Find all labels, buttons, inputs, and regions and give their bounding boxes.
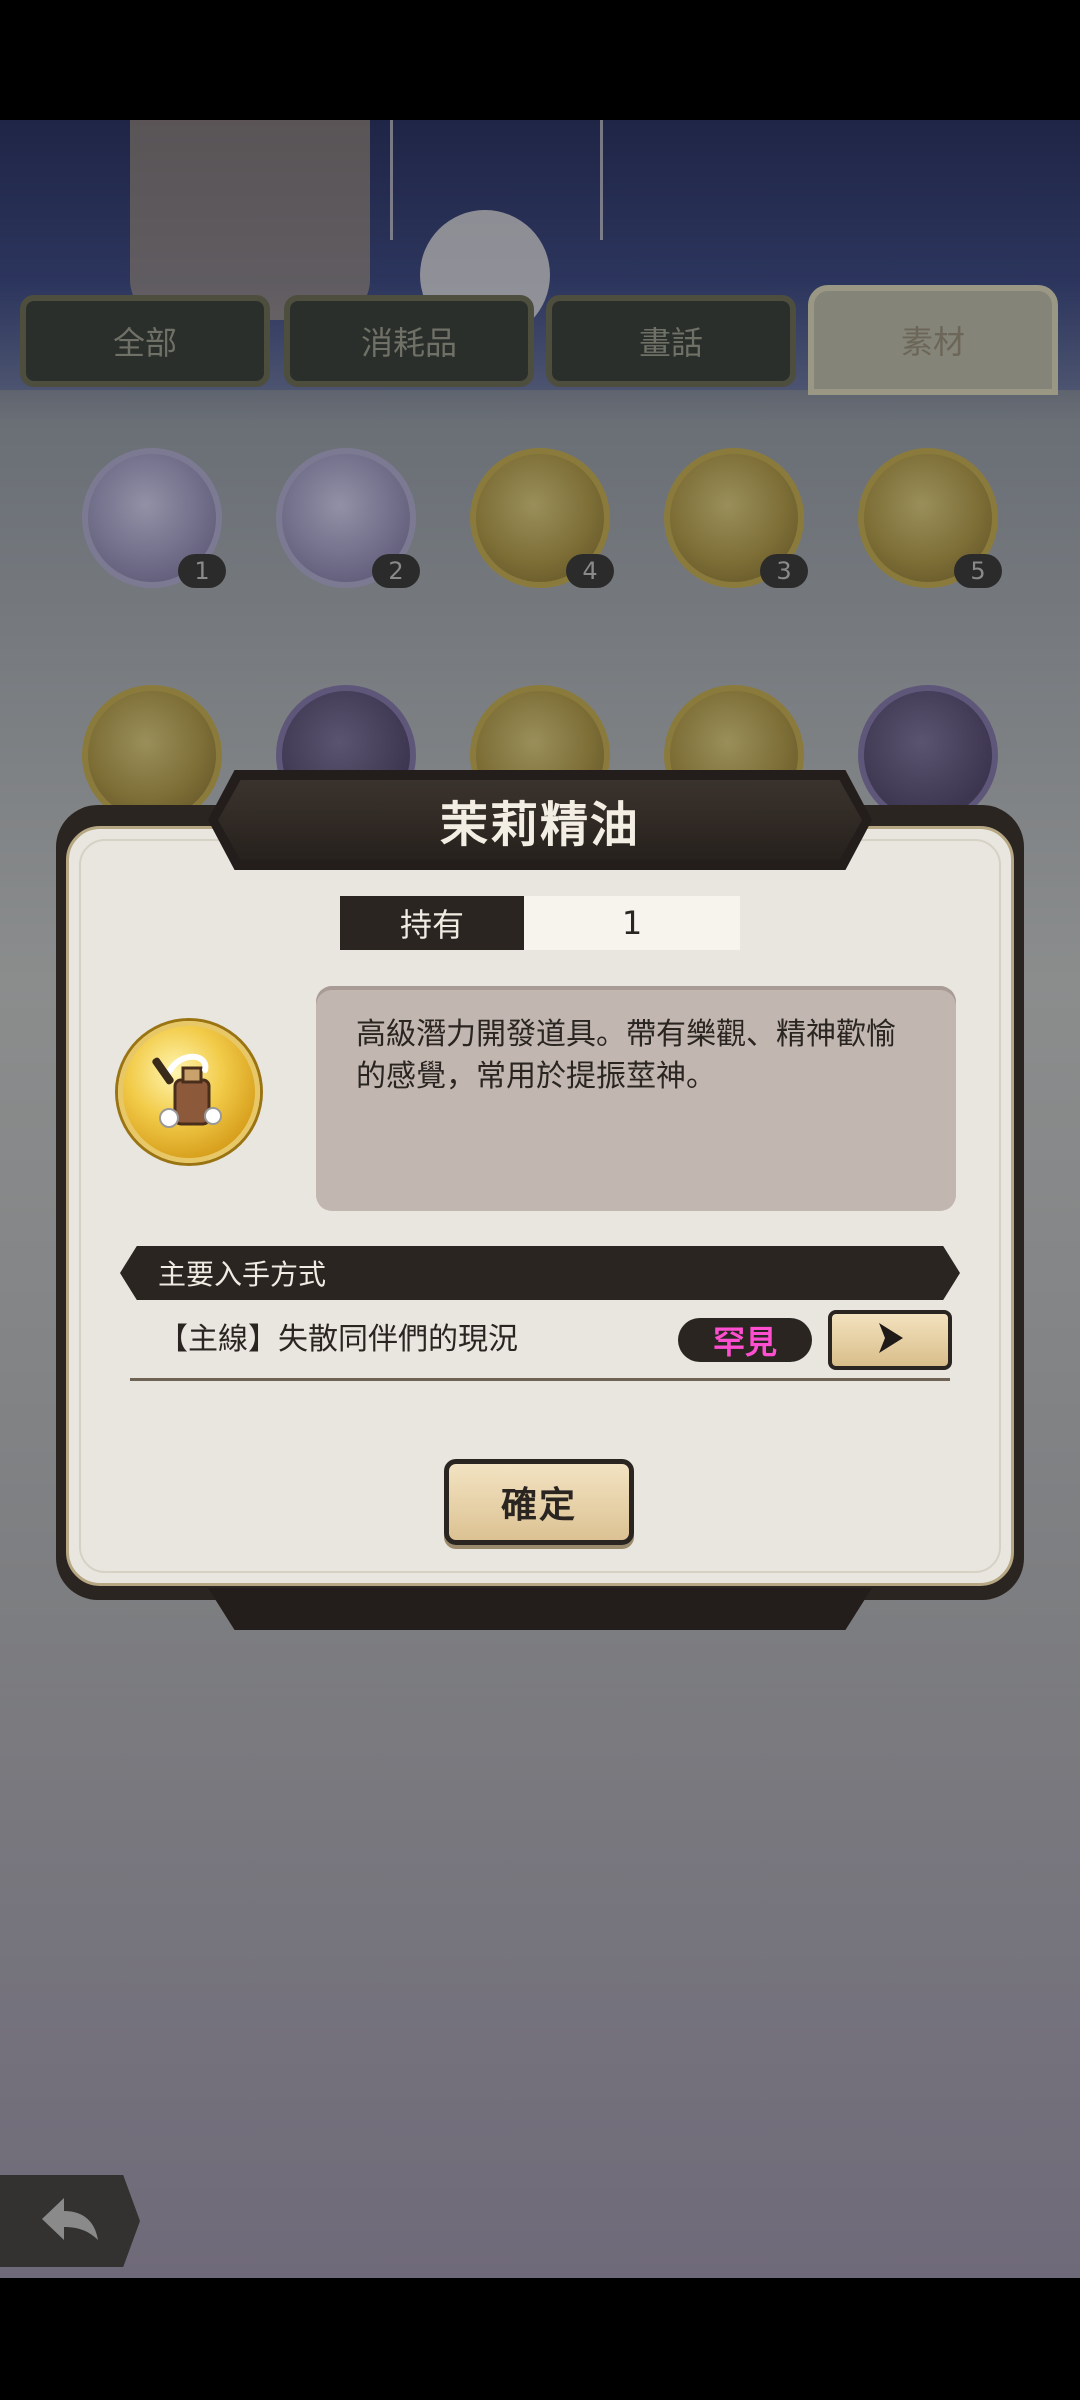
back-button[interactable] (0, 2175, 140, 2267)
item-count-badge: 1 (178, 554, 226, 588)
inventory-item[interactable]: 5 (858, 448, 1002, 588)
tab-materials[interactable]: 素材 (808, 285, 1058, 395)
category-tabs: 全部 消耗品 畫話 素材 (0, 285, 1080, 395)
inventory-item[interactable]: 3 (664, 448, 808, 588)
item-count-badge: 5 (954, 554, 1002, 588)
tab-consumables[interactable]: 消耗品 (284, 295, 534, 387)
acquisition-header: 主要入手方式 (120, 1246, 960, 1300)
go-to-source-button[interactable] (828, 1310, 952, 1370)
navigation-bar (0, 2278, 1080, 2400)
item-description-box: 高級潛力開發道具。帶有樂觀、精神歡愉的感覺，常用於提振莖神。 (316, 986, 956, 1211)
item-description: 高級潛力開發道具。帶有樂觀、精神歡愉的感覺，常用於提振莖神。 (356, 1017, 896, 1094)
own-label: 持有 (340, 896, 524, 950)
confirm-button[interactable]: 確定 (444, 1459, 634, 1545)
item-count-badge: 4 (566, 554, 614, 588)
dialog-title: 茉莉精油 (439, 797, 640, 853)
arrow-right-icon (875, 1321, 905, 1359)
back-arrow-icon (40, 2196, 100, 2246)
dialog-bottom-bar (208, 1588, 872, 1630)
dialog-title-bar: 茉莉精油 (218, 780, 862, 860)
lamp-string (390, 120, 393, 240)
inventory-item[interactable] (82, 685, 222, 825)
inventory-item[interactable]: 1 (82, 448, 226, 588)
inventory-item[interactable]: 4 (470, 448, 614, 588)
jasmine-oil-bottle-icon (118, 1021, 260, 1163)
tab-stories[interactable]: 畫話 (546, 295, 796, 387)
lamp-string (600, 120, 603, 240)
row-divider (130, 1378, 950, 1381)
inventory-item[interactable] (858, 685, 998, 825)
acquisition-source: 【主線】失散同伴們的現況 (158, 1322, 518, 1357)
rarity-badge: 罕見 (678, 1318, 812, 1362)
item-count-badge: 3 (760, 554, 808, 588)
tab-all[interactable]: 全部 (20, 295, 270, 387)
own-count: 1 (524, 896, 740, 950)
item-count-badge: 2 (372, 554, 420, 588)
status-bar (0, 0, 1080, 120)
inventory-item[interactable]: 2 (276, 448, 420, 588)
